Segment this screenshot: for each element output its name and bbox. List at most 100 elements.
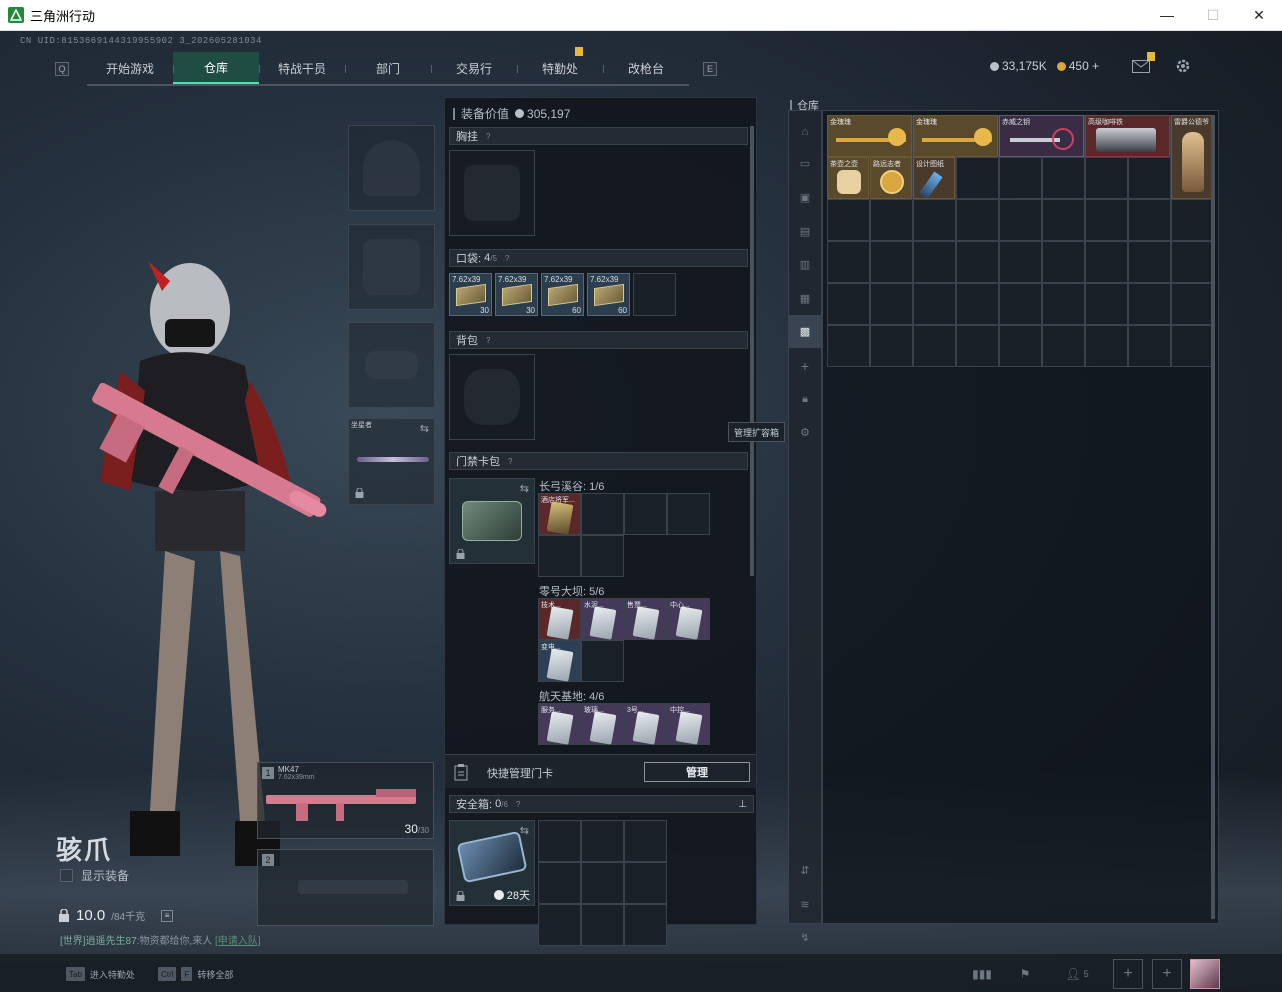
storage-cell[interactable] bbox=[956, 283, 999, 325]
pistol-slot[interactable] bbox=[348, 322, 435, 408]
storage-item-figurine[interactable]: 雷爵公德爷 bbox=[1171, 115, 1214, 199]
storage-cell[interactable] bbox=[999, 283, 1042, 325]
storage-cell[interactable] bbox=[1128, 283, 1171, 325]
keycard-empty[interactable] bbox=[581, 493, 624, 535]
storage-cell[interactable] bbox=[1171, 325, 1214, 367]
storage-cell[interactable] bbox=[913, 199, 956, 241]
storage-cell[interactable] bbox=[827, 325, 870, 367]
pocket-ammo-item[interactable]: 7.62x39 60 bbox=[587, 273, 630, 316]
show-equipment-checkbox[interactable] bbox=[60, 869, 73, 882]
tab-operators[interactable]: 特战干员 bbox=[259, 52, 345, 84]
backpack-slot[interactable] bbox=[449, 354, 535, 440]
keycard-item[interactable]: 酒店将军... bbox=[538, 493, 581, 535]
gold-add-button[interactable]: + bbox=[1092, 59, 1099, 73]
storage-cell[interactable] bbox=[956, 241, 999, 283]
keycard-empty[interactable] bbox=[667, 493, 710, 535]
help-icon[interactable]: ? bbox=[486, 336, 490, 345]
keycard-item[interactable]: 服务... bbox=[538, 703, 581, 745]
layers-icon[interactable]: ≋ bbox=[789, 888, 821, 921]
storage-cell[interactable] bbox=[1042, 157, 1085, 199]
pocket-ammo-item[interactable]: 7.62x39 30 bbox=[449, 273, 492, 316]
silver-currency[interactable]: 33,175K bbox=[990, 59, 1047, 73]
keycard-empty[interactable] bbox=[581, 640, 624, 682]
tab-warehouse[interactable]: 仓库 bbox=[173, 52, 259, 84]
weight-details-list-icon[interactable]: ≡ bbox=[161, 909, 174, 922]
keycard-item[interactable]: 变电... bbox=[538, 640, 581, 682]
close-button[interactable]: ✕ bbox=[1236, 0, 1282, 30]
minimize-button[interactable]: — bbox=[1144, 0, 1190, 30]
manage-expansion-gear-icon[interactable]: ⚙ bbox=[789, 416, 821, 449]
pocket-ammo-item[interactable]: 7.62x39 30 bbox=[495, 273, 538, 316]
world-chat-line[interactable]: [世界]逍遥先生87:物资都给你,来人 [申请入队] bbox=[60, 932, 261, 947]
storage-cell[interactable] bbox=[870, 325, 913, 367]
tidy-icon[interactable]: ↯ bbox=[789, 921, 821, 954]
tab-trade[interactable]: 交易行 bbox=[431, 52, 517, 84]
safebox-cell[interactable] bbox=[581, 820, 624, 862]
storage-cell[interactable] bbox=[999, 199, 1042, 241]
keycard-item[interactable]: 水泥... bbox=[581, 598, 624, 640]
storage-cell[interactable] bbox=[1128, 157, 1171, 199]
show-equipment-toggle[interactable]: 显示装备 bbox=[60, 867, 129, 884]
safebox-slot[interactable]: ⇆ 28天 bbox=[449, 820, 535, 906]
storage-tab-all-icon[interactable]: ⌂ bbox=[789, 115, 821, 148]
gold-currency[interactable]: 450 + bbox=[1056, 59, 1099, 73]
storage-cell[interactable] bbox=[1128, 241, 1171, 283]
storage-item-medal[interactable]: 路远志者 bbox=[870, 157, 912, 199]
storage-item-key[interactable]: 赤威之钥 bbox=[999, 115, 1084, 157]
storage-cell[interactable] bbox=[913, 283, 956, 325]
storage-cell[interactable] bbox=[1171, 241, 1214, 283]
chat-join-link[interactable]: [申请入队] bbox=[215, 936, 261, 947]
storage-cell[interactable] bbox=[1128, 325, 1171, 367]
storage-cell[interactable] bbox=[956, 199, 999, 241]
storage-cell[interactable] bbox=[1085, 283, 1128, 325]
storage-cell[interactable] bbox=[870, 241, 913, 283]
storage-tab-medical-icon[interactable]: ▥ bbox=[789, 248, 821, 281]
safebox-cell[interactable] bbox=[581, 862, 624, 904]
invite-slot-1[interactable]: + bbox=[1113, 959, 1143, 989]
invite-slot-2[interactable]: + bbox=[1152, 959, 1182, 989]
storage-cell[interactable] bbox=[827, 283, 870, 325]
storage-cell[interactable] bbox=[870, 199, 913, 241]
storage-cell[interactable] bbox=[1128, 199, 1171, 241]
storage-cell[interactable] bbox=[999, 325, 1042, 367]
keycard-item[interactable]: 中控... bbox=[667, 703, 710, 745]
nav-next-key-icon[interactable]: E bbox=[703, 62, 717, 76]
primary-weapon-slot-2[interactable]: 2 bbox=[257, 849, 434, 926]
hint-special-ops[interactable]: Tab 进入特勤处 bbox=[66, 967, 135, 981]
melee-slot[interactable]: 坐星者 ⇆ bbox=[348, 418, 435, 505]
panel-scrollbar[interactable] bbox=[750, 126, 754, 576]
flag-icon[interactable]: ⚑ bbox=[1013, 962, 1037, 986]
pocket-ammo-item[interactable]: 7.62x39 60 bbox=[541, 273, 584, 316]
tab-special-ops[interactable]: 特勤处 bbox=[517, 47, 603, 84]
storage-cell[interactable] bbox=[1042, 325, 1085, 367]
storage-cell[interactable] bbox=[1085, 157, 1128, 199]
storage-cell[interactable] bbox=[999, 157, 1042, 199]
tab-department[interactable]: 部门 bbox=[345, 52, 431, 84]
storage-item-coffee-machine[interactable]: 高级咖啡铁 bbox=[1085, 115, 1170, 157]
storage-item-teapot[interactable]: 茶壶之壶 bbox=[827, 157, 869, 199]
storage-tab-weapons-icon[interactable]: ▭ bbox=[789, 147, 821, 180]
stats-chart-icon[interactable]: ▮▮▮ bbox=[970, 962, 994, 986]
keycard-empty[interactable] bbox=[538, 535, 581, 577]
storage-cell[interactable] bbox=[1171, 283, 1214, 325]
storage-cell[interactable] bbox=[1085, 241, 1128, 283]
tab-start-game[interactable]: 开始游戏 bbox=[87, 52, 173, 84]
chest-rig-slot[interactable] bbox=[449, 150, 535, 236]
storage-cell[interactable] bbox=[870, 283, 913, 325]
safebox-cell[interactable] bbox=[581, 904, 624, 946]
help-icon[interactable]: ? bbox=[516, 800, 520, 809]
swap-icon[interactable]: ⇆ bbox=[520, 824, 529, 837]
helmet-slot[interactable] bbox=[348, 125, 435, 211]
storage-cell[interactable] bbox=[827, 241, 870, 283]
safebox-cell[interactable] bbox=[624, 862, 667, 904]
storage-cell[interactable] bbox=[999, 241, 1042, 283]
storage-item-golden-rose[interactable]: 金瑰瑰 bbox=[913, 115, 998, 157]
storage-cell[interactable] bbox=[827, 199, 870, 241]
keycard-item[interactable]: 售票... bbox=[624, 598, 667, 640]
maximize-button[interactable]: ☐ bbox=[1190, 0, 1236, 30]
storage-cell[interactable] bbox=[956, 157, 999, 199]
storage-item-golden-rose[interactable]: 金瑰瑰 bbox=[827, 115, 912, 157]
storage-cell[interactable] bbox=[1042, 241, 1085, 283]
safebox-cell[interactable] bbox=[624, 820, 667, 862]
storage-cell[interactable] bbox=[1085, 325, 1128, 367]
